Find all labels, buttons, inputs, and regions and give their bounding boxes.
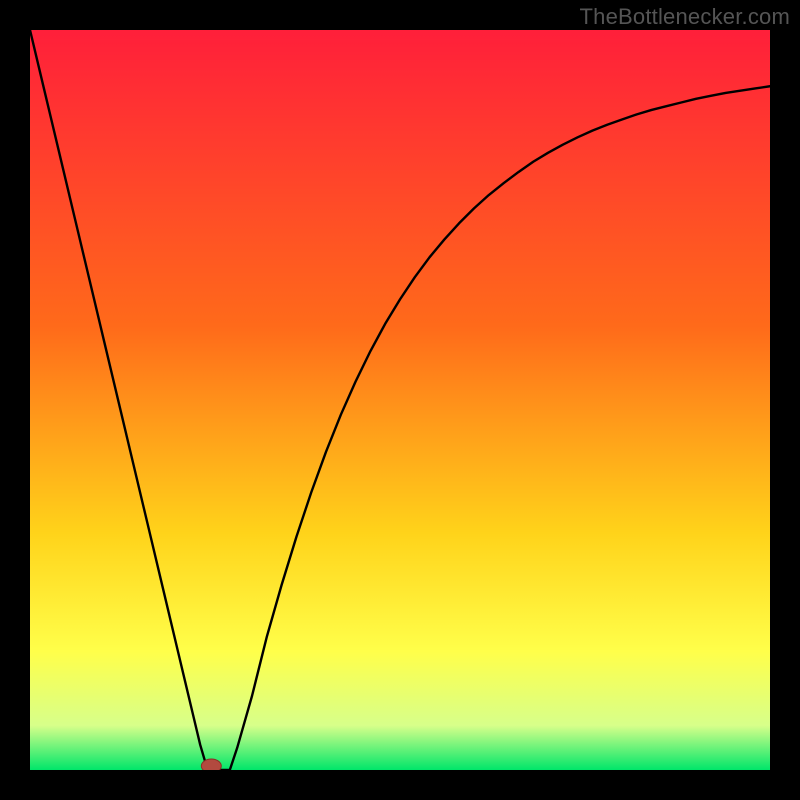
chart-svg — [30, 30, 770, 770]
attribution-text: TheBottlenecker.com — [580, 4, 790, 30]
gradient-background — [30, 30, 770, 770]
chart-area — [30, 30, 770, 770]
optimum-marker — [201, 759, 221, 770]
outer-frame: TheBottlenecker.com — [0, 0, 800, 800]
